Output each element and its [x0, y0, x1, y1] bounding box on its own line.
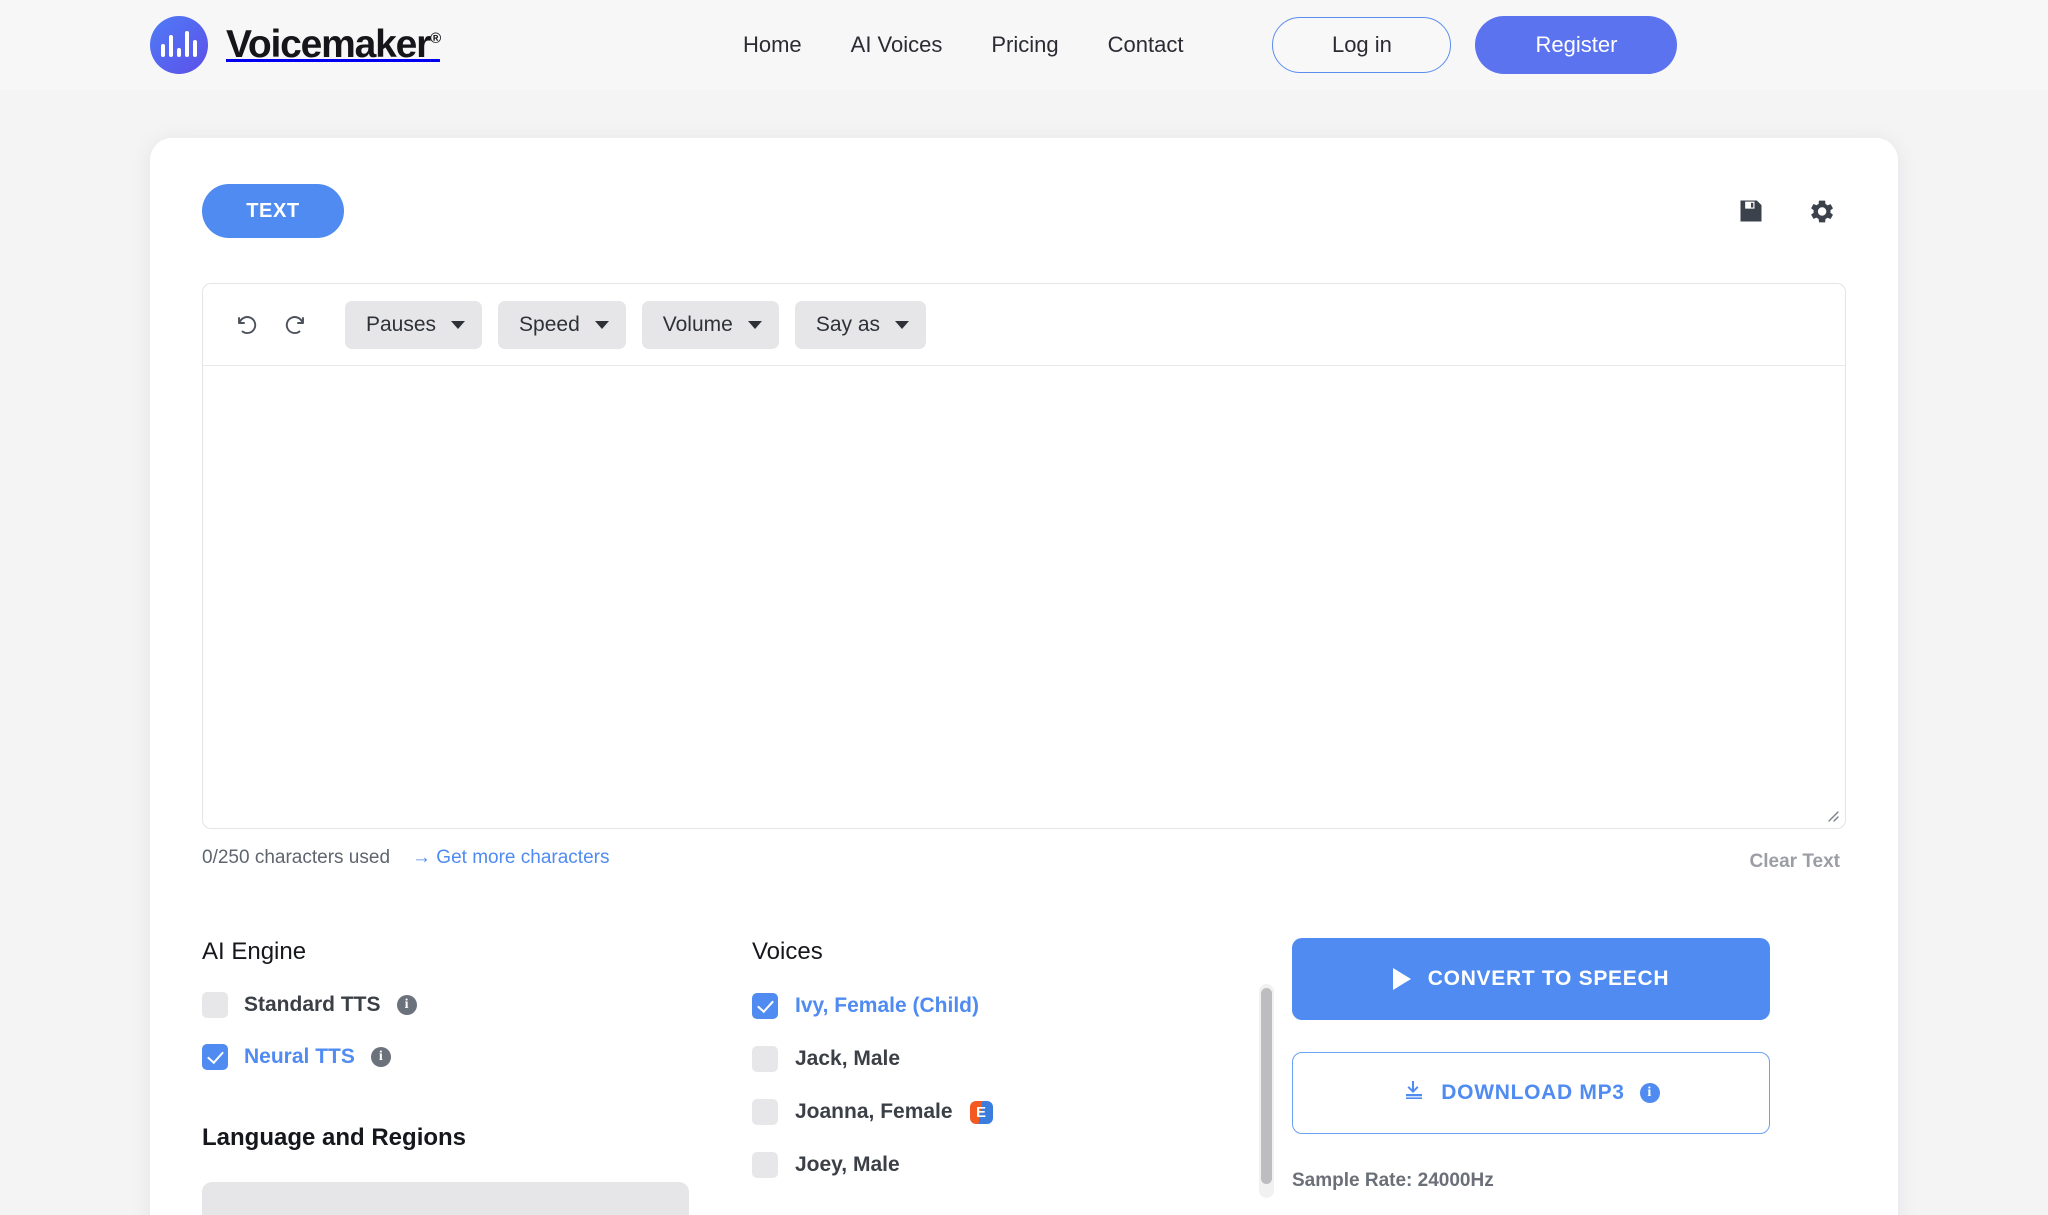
standard-tts-label: Standard TTS [244, 993, 381, 1016]
registered-mark: ® [430, 30, 441, 47]
say-as-label: Say as [815, 312, 881, 336]
ai-engine-panel: AI Engine Standard TTS i Neural TTS i La… [202, 938, 752, 1215]
speed-dropdown[interactable]: Speed [498, 300, 626, 349]
download-label: DOWNLOAD MP3 [1441, 1081, 1625, 1104]
clear-text-button[interactable]: Clear Text [1750, 851, 1846, 873]
list-item[interactable]: Jack, Male [752, 1046, 1242, 1072]
language-region-select[interactable] [202, 1182, 689, 1215]
voice-checkbox-ivy[interactable] [752, 993, 778, 1019]
convert-to-speech-button[interactable]: CONVERT TO SPEECH [1292, 938, 1770, 1020]
brand-logo[interactable]: Voicemaker® [150, 16, 441, 74]
voice-label: Jack, Male [795, 1047, 901, 1070]
actions-panel: CONVERT TO SPEECH DOWNLOAD MP3 i Sample … [1282, 938, 1846, 1215]
editor-meta: 0/250 characters used → Get more charact… [202, 847, 1846, 873]
list-item[interactable]: Ivy, Female (Child) [752, 993, 1242, 1019]
say-as-dropdown[interactable]: Say as [794, 300, 927, 349]
nav-item-home[interactable]: Home [743, 32, 802, 58]
pauses-label: Pauses [366, 312, 437, 336]
options-panels: AI Engine Standard TTS i Neural TTS i La… [202, 938, 1846, 1215]
chevron-down-icon [747, 320, 762, 329]
voice-checkbox-jack[interactable] [752, 1046, 778, 1072]
engine-option-standard-tts[interactable]: Standard TTS i [202, 992, 752, 1018]
login-button[interactable]: Log in [1272, 17, 1452, 73]
text-editor: Pauses Speed Volume Say as [202, 283, 1846, 829]
get-more-characters-link[interactable]: → Get more characters [412, 847, 609, 869]
voice-label: Joanna, Female [795, 1100, 953, 1123]
soundwave-icon [150, 16, 208, 74]
voices-list: Ivy, Female (Child) Jack, Male Joanna, F… [752, 993, 1242, 1178]
download-mp3-button[interactable]: DOWNLOAD MP3 i [1292, 1052, 1770, 1134]
info-icon[interactable]: i [1639, 1083, 1660, 1103]
undo-icon[interactable] [231, 309, 263, 341]
redo-icon[interactable] [279, 309, 311, 341]
neural-tts-checkbox[interactable] [202, 1044, 228, 1070]
speed-label: Speed [519, 312, 580, 336]
editor-meta-left: 0/250 characters used → Get more charact… [202, 847, 609, 869]
brand-name: Voicemaker® [226, 23, 441, 67]
standard-tts-checkbox[interactable] [202, 992, 228, 1018]
info-icon[interactable]: i [396, 995, 417, 1015]
history-controls [231, 309, 311, 341]
editor-toolbar: Pauses Speed Volume Say as [203, 284, 1845, 366]
nav-item-ai-voices[interactable]: AI Voices [851, 32, 943, 58]
save-floppy-icon[interactable] [1737, 197, 1765, 225]
tts-editor-card: TEXT Pauses Speed Volume Say as 0/250 ch… [150, 138, 1898, 1215]
voices-panel: Voices Ivy, Female (Child) Jack, Male Jo… [752, 938, 1282, 1215]
register-button[interactable]: Register [1475, 16, 1678, 74]
card-toolbar: TEXT [202, 184, 1846, 238]
pauses-dropdown[interactable]: Pauses [345, 300, 483, 349]
download-icon [1402, 1078, 1426, 1108]
card-action-icons [1737, 197, 1846, 226]
chevron-down-icon [451, 320, 466, 329]
volume-label: Volume [662, 312, 733, 336]
chevron-down-icon [594, 320, 609, 329]
info-icon[interactable]: i [370, 1047, 391, 1067]
voice-checkbox-joey[interactable] [752, 1152, 778, 1178]
list-item[interactable]: Joey, Male [752, 1152, 1242, 1178]
voices-scrollbar[interactable] [1259, 984, 1274, 1198]
voice-checkbox-joanna[interactable] [752, 1099, 778, 1125]
neural-tts-label: Neural TTS [244, 1045, 355, 1068]
list-item[interactable]: Joanna, Female E [752, 1099, 1242, 1125]
site-header: Voicemaker® Home AI Voices Pricing Conta… [0, 0, 2048, 90]
tab-text[interactable]: TEXT [202, 184, 344, 238]
auth-group: Log in Register [1272, 16, 1678, 74]
convert-label: CONVERT TO SPEECH [1427, 967, 1670, 990]
nav-item-pricing[interactable]: Pricing [991, 32, 1058, 58]
main-nav: Home AI Voices Pricing Contact [743, 32, 1183, 58]
voices-scrollbar-thumb[interactable] [1261, 988, 1272, 1184]
voice-label: Joey, Male [795, 1153, 900, 1176]
gear-icon[interactable] [1807, 197, 1836, 226]
brand-name-text: Voicemaker [226, 23, 431, 66]
engine-option-neural-tts[interactable]: Neural TTS i [202, 1044, 752, 1070]
voice-label: Ivy, Female (Child) [795, 994, 979, 1017]
chevron-down-icon [895, 320, 910, 329]
language-regions-title: Language and Regions [202, 1124, 467, 1151]
sample-rate-text: Sample Rate: 24000Hz [1292, 1170, 1494, 1191]
voices-title: Voices [752, 938, 823, 965]
text-input-area[interactable] [203, 366, 1845, 828]
nav-item-contact[interactable]: Contact [1108, 32, 1184, 58]
ai-engine-title: AI Engine [202, 938, 307, 965]
play-icon [1392, 968, 1411, 990]
emotion-badge-icon: E [969, 1100, 993, 1124]
volume-dropdown[interactable]: Volume [641, 300, 779, 349]
character-count: 0/250 characters used [202, 847, 391, 868]
